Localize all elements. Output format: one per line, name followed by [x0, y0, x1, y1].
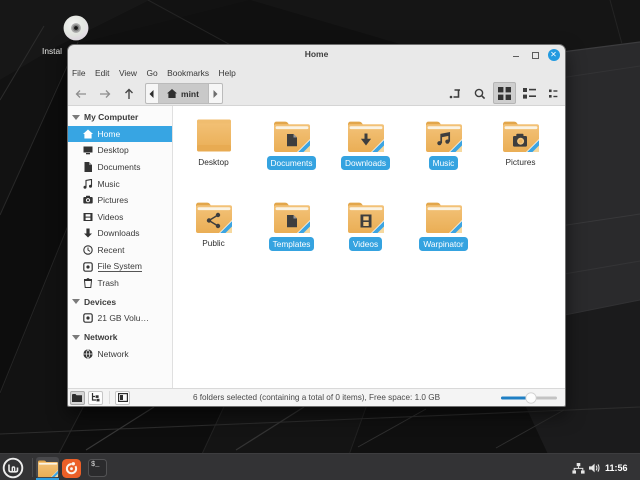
svg-text:Instal: Instal	[42, 46, 62, 56]
